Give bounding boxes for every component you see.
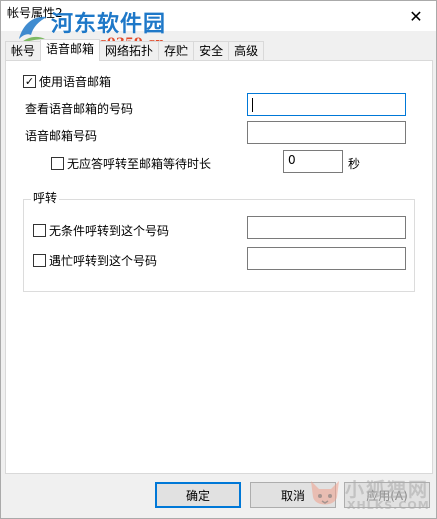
close-icon: ✕	[409, 6, 423, 26]
use-voicemail-checkbox[interactable]: ✓ 使用语音邮箱	[23, 73, 111, 90]
wait-seconds-input[interactable]: 0	[283, 150, 343, 173]
close-button[interactable]: ✕	[396, 1, 436, 31]
apply-button[interactable]: 应用(A)	[344, 482, 430, 508]
mailbox-number-input[interactable]	[247, 121, 406, 144]
seconds-unit-label: 秒	[348, 157, 361, 171]
check-number-label: 查看语音邮箱的号码	[25, 102, 134, 116]
no-answer-forward-label: 无应答呼转至邮箱等待时长	[67, 157, 212, 171]
call-forward-group-title: 呼转	[31, 189, 60, 206]
text-caret	[252, 98, 253, 112]
no-answer-forward-checkbox[interactable]: 无应答呼转至邮箱等待时长	[51, 155, 211, 172]
window-title: 帐号属性2	[7, 6, 63, 20]
ok-button[interactable]: 确定	[155, 482, 241, 508]
checkbox-unchecked-icon	[33, 224, 46, 237]
unconditional-forward-label: 无条件呼转到这个号码	[49, 224, 170, 238]
checkbox-checked-icon: ✓	[23, 75, 36, 88]
tab-advanced[interactable]: 高级	[228, 41, 265, 61]
tab-storage[interactable]: 存贮	[158, 41, 195, 61]
use-voicemail-label: 使用语音邮箱	[39, 75, 112, 89]
unconditional-forward-checkbox[interactable]: 无条件呼转到这个号码	[33, 222, 169, 239]
busy-forward-input[interactable]	[247, 247, 406, 270]
unconditional-forward-input[interactable]	[247, 216, 406, 239]
cancel-button[interactable]: 取消	[250, 482, 336, 508]
checkbox-unchecked-icon	[51, 157, 64, 170]
checkbox-unchecked-icon	[33, 254, 46, 267]
tab-account[interactable]: 帐号	[5, 41, 42, 61]
tab-strip: 帐号 语音邮箱 网络拓扑 存贮 安全 高级	[5, 39, 265, 61]
call-forward-groupbox	[23, 199, 415, 292]
title-bar[interactable]: 帐号属性2 ✕	[1, 1, 436, 31]
tab-network-topology[interactable]: 网络拓扑	[99, 41, 160, 61]
busy-forward-label: 遇忙呼转到这个号码	[49, 254, 158, 268]
busy-forward-checkbox[interactable]: 遇忙呼转到这个号码	[33, 252, 157, 269]
mailbox-number-label: 语音邮箱号码	[25, 129, 98, 143]
tab-voicemail[interactable]: 语音邮箱	[40, 39, 101, 61]
check-number-input[interactable]	[247, 93, 406, 116]
account-properties-dialog: 帐号属性2 ✕ 河东软件园 www.pc0359.cn 帐号 语音邮箱 网络拓扑…	[0, 0, 437, 519]
tab-security[interactable]: 安全	[193, 41, 230, 61]
